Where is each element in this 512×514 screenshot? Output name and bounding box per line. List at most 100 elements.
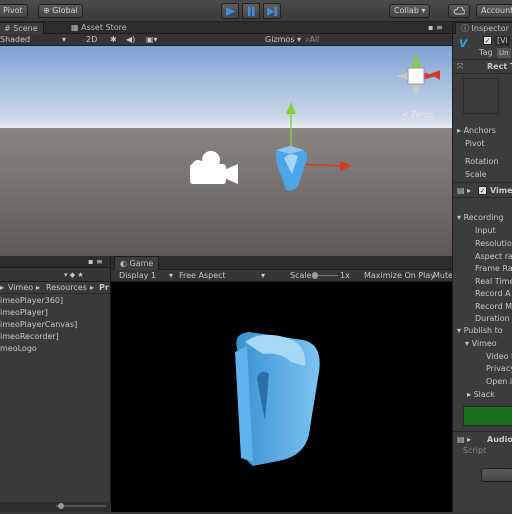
play-icon	[226, 7, 235, 16]
pause-button[interactable]	[242, 3, 260, 19]
store-icon: ▦	[71, 23, 79, 32]
list-item[interactable]: imeoRecorder]	[0, 332, 59, 342]
scene-viewport[interactable]: < Persp	[0, 46, 452, 256]
publish-label: Publish to	[463, 326, 503, 335]
light-icon[interactable]: ✱	[110, 35, 117, 45]
display-chevron-icon: ▾	[169, 271, 174, 280]
scene-hash-icon: #	[4, 24, 11, 33]
component-enabled-checkbox[interactable]: ✓	[478, 186, 487, 195]
zoom-slider[interactable]	[0, 502, 111, 512]
slack-foldout[interactable]: ▸ Slack	[467, 390, 495, 400]
collab-button[interactable]: Collab ▾	[389, 4, 431, 18]
persp-label[interactable]: < Persp	[402, 110, 433, 120]
gizmos-dropdown[interactable]: Gizmos ▾	[265, 35, 301, 45]
cloud-icon	[453, 6, 466, 15]
tag-dropdown[interactable]: Un	[497, 48, 511, 58]
game-icon: ◐	[120, 259, 127, 268]
panel-menu-icon[interactable]: ▪ ≡	[428, 23, 443, 33]
publish-button[interactable]	[463, 406, 512, 426]
scene-controlbar: Shaded ▾ 2D ✱ ◀) ▣▾ Gizmos ▾ ⌕All	[0, 34, 452, 46]
anchors-label: Anchors	[463, 126, 496, 135]
global-icon: ⊕	[43, 6, 50, 15]
script-icon: ▤	[457, 186, 465, 195]
field-record-mode-label: Record M	[475, 302, 512, 311]
audio-icon[interactable]: ◀)	[126, 35, 135, 45]
breadcrumb-item-prefabs[interactable]: Pr	[99, 283, 109, 293]
breadcrumb-item-resources[interactable]: Resources	[46, 283, 87, 293]
tab-game[interactable]: ◐ Game	[114, 256, 160, 270]
account-button[interactable]: Account	[476, 4, 512, 18]
field-frame-rate-label: Frame Ra	[475, 264, 512, 273]
vimeo-3d-logo	[235, 332, 320, 466]
tag-label: Tag	[479, 48, 493, 57]
list-item[interactable]: meoLogo	[0, 344, 37, 354]
audio-arrow-icon: ▸	[467, 435, 472, 444]
list-item[interactable]: imeoPlayerCanvas]	[0, 320, 77, 330]
play-button[interactable]	[221, 3, 239, 19]
tab-scene[interactable]: # Scene	[0, 22, 44, 34]
scale-slider[interactable]	[312, 272, 338, 279]
lock-icon[interactable]: ▪ ≡	[88, 257, 103, 267]
field-privacy-label: Privacy	[486, 364, 512, 373]
shading-mode-dropdown[interactable]: Shaded	[0, 35, 30, 45]
maximize-on-play-toggle[interactable]: Maximize On Play	[364, 271, 435, 281]
audio-script-icon: ▤	[457, 435, 465, 444]
rect-transform-title: Rect T	[487, 62, 512, 71]
object-name-field[interactable]: [Vi	[495, 36, 510, 46]
breadcrumb-arrow-icon: ▸	[90, 283, 95, 292]
active-checkbox[interactable]: ✓	[483, 36, 492, 45]
global-toggle[interactable]: ⊕ Global	[38, 4, 83, 18]
scale-label: Scale	[290, 271, 312, 280]
rect-transform-header[interactable]: ⤧ Rect T	[453, 60, 512, 74]
scene-tabbar: # Scene ▦ Asset Store ▪ ≡	[0, 22, 452, 34]
field-input-label: Input	[475, 226, 496, 235]
shading-chevron-icon: ▾	[62, 35, 67, 44]
inspector-tabbar: ⓘ Inspector	[453, 22, 512, 34]
step-button[interactable]	[263, 3, 281, 19]
breadcrumb-arrow-icon: ▸	[0, 283, 5, 292]
list-item[interactable]: imeoPlayer]	[0, 308, 48, 318]
inspector-header: v ✓ [Vi Tag Un	[453, 34, 512, 60]
tab-inspector-label: Inspector	[471, 24, 509, 33]
breadcrumb-item-vimeo[interactable]: Vimeo	[8, 283, 33, 293]
anchor-preset-box[interactable]	[463, 78, 499, 114]
rect-anchors-row[interactable]: ▸ Anchors	[457, 126, 496, 136]
vimeo-foldout[interactable]: ▾ Vimeo	[465, 339, 497, 349]
field-aspect-ratio-label: Aspect ra	[475, 252, 512, 261]
add-component-button[interactable]	[481, 468, 512, 482]
recording-foldout[interactable]: ▾ Recording	[457, 213, 504, 223]
slider-thumb[interactable]	[58, 503, 64, 509]
breadcrumb: ▸ Vimeo ▸ Resources ▸ Pr	[0, 282, 110, 294]
list-item[interactable]: imeoPlayer360]	[0, 296, 63, 306]
scene-search-input[interactable]: ⌕All	[305, 35, 319, 45]
game-viewport[interactable]	[111, 282, 452, 512]
display-dropdown[interactable]: Display 1	[119, 271, 156, 281]
step-icon	[267, 7, 277, 16]
mute-audio-toggle[interactable]: Mute	[433, 271, 453, 281]
rect-scale-label: Scale	[465, 170, 487, 179]
account-label: Account	[481, 6, 512, 15]
tag-icons[interactable]: ▾ ◆ ★	[64, 270, 84, 280]
inspector-panel: ⓘ Inspector v ✓ [Vi Tag Un ⤧ Rect T ▸ An…	[452, 22, 512, 512]
component-header[interactable]: ▤ ▸ ✓ Vimeo	[453, 182, 512, 198]
tab-scene-label: Scene	[13, 24, 38, 33]
game-controlbar: Display 1 ▾ Free Aspect ▾ Scale 1x Maxim…	[111, 270, 453, 282]
component-title: Vimeo	[490, 186, 512, 195]
rect-rotation-label: Rotation	[465, 157, 499, 166]
aspect-dropdown[interactable]: Free Aspect	[179, 271, 226, 281]
cloud-button[interactable]	[448, 4, 470, 18]
scale-slider-thumb[interactable]	[312, 272, 318, 279]
breadcrumb-arrow-icon: ▸	[36, 283, 41, 292]
tab-asset-store[interactable]: ▦ Asset Store	[66, 22, 132, 34]
field-realtime-label: Real Time	[475, 277, 512, 286]
2d-toggle[interactable]: 2D	[84, 35, 99, 45]
vimeo-icon: v	[459, 36, 468, 51]
audio-component-header[interactable]: ▤ ▸ Audio	[453, 431, 512, 447]
game-render	[235, 332, 320, 466]
effects-icon[interactable]: ▣▾	[146, 35, 158, 45]
publish-foldout[interactable]: ▾ Publish to	[457, 326, 503, 336]
main-toolbar: Pivot ⊕ Global Collab ▾ Account	[0, 0, 512, 22]
field-resolution-label: Resolution	[475, 239, 512, 248]
pivot-toggle[interactable]: Pivot	[0, 4, 28, 18]
tab-inspector[interactable]: ⓘ Inspector	[455, 22, 512, 34]
